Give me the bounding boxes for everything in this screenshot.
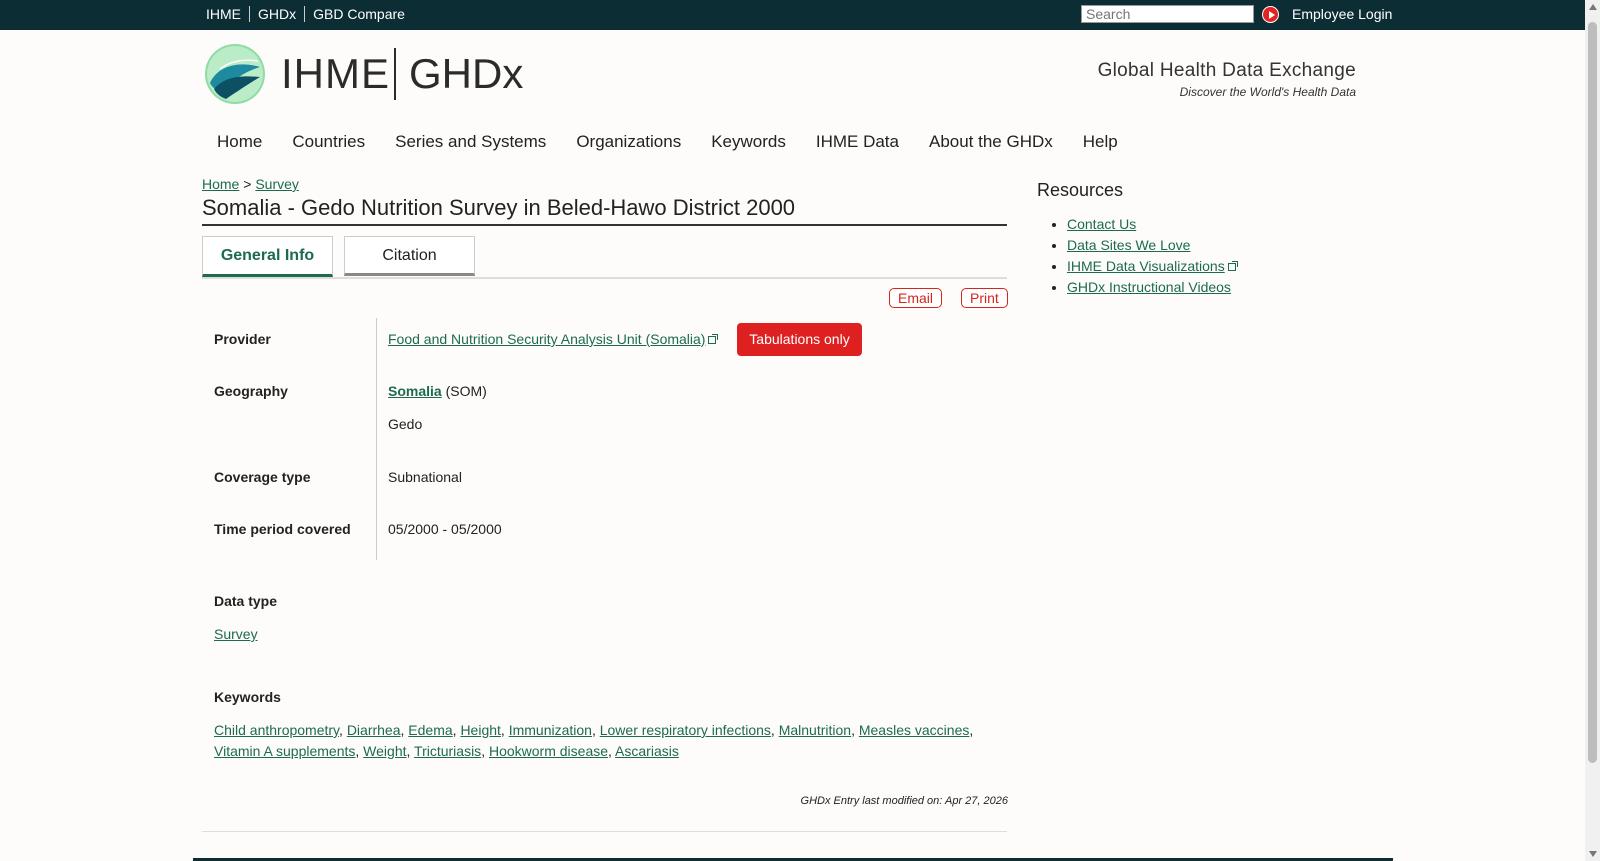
- keywords-list: Child anthropometry, Diarrhea, Edema, He…: [214, 722, 974, 759]
- external-link-icon: [1227, 261, 1238, 271]
- provider-link[interactable]: Food and Nutrition Security Analysis Uni…: [388, 331, 705, 347]
- keyword-link[interactable]: Ascariasis: [615, 743, 679, 759]
- top-bar: IHME GHDx GBD Compare Employee Login: [0, 0, 1585, 30]
- geography-country-link[interactable]: Somalia: [388, 383, 442, 399]
- info-column-divider: [376, 318, 377, 560]
- keyword-link[interactable]: Lower respiratory infections: [600, 722, 771, 738]
- keyword-link[interactable]: Child anthropometry: [214, 722, 339, 738]
- tagline-title: Global Health Data Exchange: [1097, 60, 1356, 81]
- resource-ihme-visualizations[interactable]: IHME Data Visualizations: [1067, 258, 1225, 274]
- top-link-ihme[interactable]: IHME: [206, 6, 249, 22]
- logo-ghdx-text: GHDx: [409, 50, 524, 97]
- scrollbar[interactable]: [1585, 0, 1600, 861]
- keyword-link[interactable]: Hookworm disease: [489, 743, 608, 759]
- nav-item-organizations[interactable]: Organizations: [561, 132, 696, 152]
- breadcrumb-separator: >: [243, 176, 252, 192]
- page-title: Somalia - Gedo Nutrition Survey in Beled…: [202, 195, 1007, 226]
- tagline-subtitle: Discover the World's Health Data: [1179, 85, 1356, 99]
- email-button[interactable]: Email: [889, 288, 943, 308]
- top-link-ghdx[interactable]: GHDx: [249, 6, 304, 22]
- logo-ihme-text: IHME: [281, 50, 390, 97]
- tab-bar: General Info Citation: [202, 236, 1007, 279]
- resource-item: IHME Data Visualizations: [1067, 256, 1238, 277]
- site-logo[interactable]: IHME GHDx: [205, 44, 546, 104]
- keyword-link[interactable]: Vitamin A supplements: [214, 743, 355, 759]
- nav-item-countries[interactable]: Countries: [277, 132, 380, 152]
- employee-login-link[interactable]: Employee Login: [1292, 6, 1392, 22]
- content-divider: [202, 831, 1007, 832]
- scrollbar-thumb[interactable]: [1588, 22, 1597, 763]
- time-period-value: 05/2000 - 05/2000: [388, 521, 502, 537]
- top-link-gbd-compare[interactable]: GBD Compare: [304, 6, 413, 22]
- keywords-label: Keywords: [214, 689, 281, 705]
- resources-heading: Resources: [1037, 180, 1124, 200]
- resource-item: GHDx Instructional Videos: [1067, 277, 1236, 298]
- geography-value: Somalia (SOM): [388, 383, 487, 399]
- keyword-link[interactable]: Immunization: [509, 722, 592, 738]
- tab-general-info[interactable]: General Info: [202, 236, 333, 277]
- keyword-link[interactable]: Measles vaccines: [859, 722, 970, 738]
- time-period-label: Time period covered: [214, 521, 351, 537]
- external-link-icon: [708, 334, 719, 344]
- logo-divider: [394, 48, 396, 100]
- resource-contact-us[interactable]: Contact Us: [1067, 216, 1136, 232]
- nav-item-keywords[interactable]: Keywords: [696, 132, 801, 152]
- scroll-down-icon[interactable]: [1589, 851, 1597, 857]
- last-modified-note: GHDx Entry last modified on: Apr 27, 202…: [800, 795, 1008, 807]
- main-nav: Home Countries Series and Systems Organi…: [202, 132, 1133, 152]
- keyword-link[interactable]: Malnutrition: [779, 722, 851, 738]
- resource-item: Data Sites We Love: [1067, 235, 1236, 256]
- data-type-link[interactable]: Survey: [214, 626, 258, 642]
- nav-item-series-and-systems[interactable]: Series and Systems: [380, 132, 561, 152]
- nav-item-help[interactable]: Help: [1068, 132, 1133, 152]
- breadcrumb-home[interactable]: Home: [202, 176, 239, 192]
- keyword-link[interactable]: Edema: [408, 722, 452, 738]
- keyword-link[interactable]: Height: [460, 722, 500, 738]
- keyword-link[interactable]: Weight: [363, 743, 406, 759]
- geography-label: Geography: [214, 383, 288, 399]
- resources-list: Contact Us Data Sites We Love IHME Data …: [1037, 214, 1238, 298]
- search-submit-icon[interactable]: [1262, 6, 1279, 23]
- tab-citation[interactable]: Citation: [344, 236, 475, 276]
- top-links: IHME GHDx GBD Compare: [206, 6, 413, 22]
- resource-data-sites[interactable]: Data Sites We Love: [1067, 237, 1190, 253]
- resource-item: Contact Us: [1067, 214, 1236, 235]
- search-input[interactable]: [1081, 5, 1254, 23]
- keyword-link[interactable]: Diarrhea: [347, 722, 401, 738]
- keyword-link[interactable]: Tricturiasis: [414, 743, 481, 759]
- coverage-type-label: Coverage type: [214, 469, 311, 485]
- nav-item-about[interactable]: About the GHDx: [914, 132, 1068, 152]
- resource-instructional-videos[interactable]: GHDx Instructional Videos: [1067, 279, 1231, 295]
- tabulations-only-button[interactable]: Tabulations only: [737, 323, 862, 356]
- scroll-up-icon[interactable]: [1589, 4, 1597, 10]
- data-type-label: Data type: [214, 593, 278, 609]
- provider-value: Food and Nutrition Security Analysis Uni…: [388, 331, 719, 347]
- nav-item-home[interactable]: Home: [202, 132, 277, 152]
- breadcrumb: Home > Survey: [202, 176, 299, 192]
- geography-code: (SOM): [445, 383, 487, 399]
- coverage-type-value: Subnational: [388, 469, 462, 485]
- breadcrumb-survey[interactable]: Survey: [255, 176, 299, 192]
- provider-label: Provider: [214, 331, 271, 347]
- nav-item-ihme-data[interactable]: IHME Data: [801, 132, 914, 152]
- print-button[interactable]: Print: [961, 288, 1008, 308]
- geography-region: Gedo: [388, 416, 423, 432]
- data-type-value: Survey: [214, 626, 258, 642]
- ihme-leaf-icon: [205, 44, 265, 104]
